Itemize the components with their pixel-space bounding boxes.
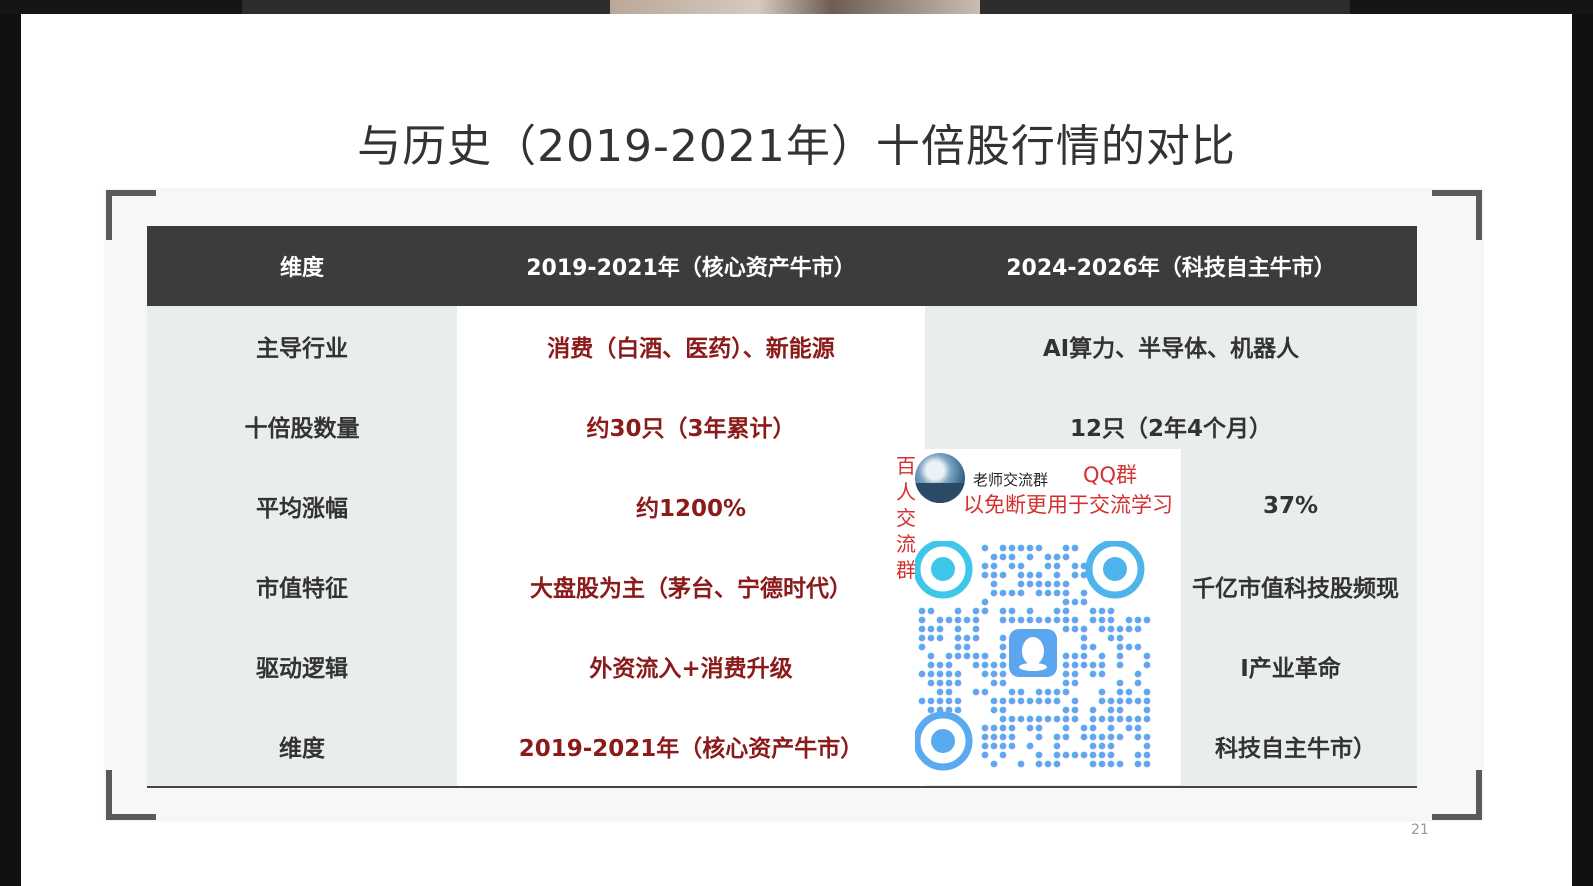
row-label: 维度 xyxy=(147,706,457,788)
cell-2024-2026: AI算力、半导体、机器人 xyxy=(925,306,1417,386)
qr-code-overlay[interactable]: 百 人 交 流 群 老师交流群 QQ群 以免断更用于交流学习 xyxy=(893,449,1181,785)
table-row: 市值特征 大盘股为主（茅台、宁德时代） 千亿市值科技股频现 xyxy=(147,546,1417,626)
presentation-slide: 与历史（2019-2021年）十倍股行情的对比 维度 2019-2021年（核心… xyxy=(21,14,1572,886)
frame-corner-top-right xyxy=(1432,190,1482,240)
video-top-bar xyxy=(0,0,1593,14)
qr-subtitle: 以免断更用于交流学习 xyxy=(963,493,1173,517)
cell-2019-2021: 消费（白酒、医药）、新能源 xyxy=(457,306,925,386)
group-name: 老师交流群 xyxy=(973,471,1049,489)
table-row: 主导行业 消费（白酒、医药）、新能源 AI算力、半导体、机器人 xyxy=(147,306,1417,386)
cell-2019-2021: 约30只（3年累计） xyxy=(457,386,925,466)
qr-finder-top-left xyxy=(915,541,973,599)
header-2019-2021: 2019-2021年（核心资产牛市） xyxy=(457,226,925,306)
row-label: 主导行业 xyxy=(147,306,457,386)
qq-group-label: QQ群 xyxy=(1083,463,1138,487)
qr-code-image[interactable] xyxy=(915,541,1155,773)
page-number: 21 xyxy=(1411,822,1429,838)
qr-finder-top-right xyxy=(1085,541,1145,599)
table-header-row: 维度 2019-2021年（核心资产牛市） 2024-2026年（科技自主牛市） xyxy=(147,226,1417,306)
row-label: 驱动逻辑 xyxy=(147,626,457,706)
vertical-char: 交 xyxy=(896,506,916,530)
row-label: 平均涨幅 xyxy=(147,466,457,546)
header-dimension: 维度 xyxy=(147,226,457,306)
header-2024-2026: 2024-2026年（科技自主牛市） xyxy=(925,226,1417,306)
qr-finder-bottom-left xyxy=(915,711,973,771)
slide-title: 与历史（2019-2021年）十倍股行情的对比 xyxy=(357,121,1236,172)
table-row: 驱动逻辑 外资流入+消费升级 I产业革命 xyxy=(147,626,1417,706)
table-row: 平均涨幅 约1200% 37% xyxy=(147,466,1417,546)
cell-2019-2021: 2019-2021年（核心资产牛市） xyxy=(457,706,925,788)
frame-corner-bottom-right xyxy=(1432,770,1482,820)
qq-penguin-icon xyxy=(1009,629,1057,677)
cell-2019-2021: 外资流入+消费升级 xyxy=(457,626,925,706)
group-avatar xyxy=(915,453,965,503)
table-row: 维度 2019-2021年（核心资产牛市） 科技自主牛市） xyxy=(147,706,1417,788)
comparison-table: 维度 2019-2021年（核心资产牛市） 2024-2026年（科技自主牛市）… xyxy=(147,226,1417,788)
row-label: 十倍股数量 xyxy=(147,386,457,466)
presenter-camera-feed xyxy=(610,0,980,14)
table-row: 十倍股数量 约30只（3年累计） 12只（2年4个月） xyxy=(147,386,1417,466)
row-label: 市值特征 xyxy=(147,546,457,626)
cell-2019-2021: 约1200% xyxy=(457,466,925,546)
cell-2019-2021: 大盘股为主（茅台、宁德时代） xyxy=(457,546,925,626)
